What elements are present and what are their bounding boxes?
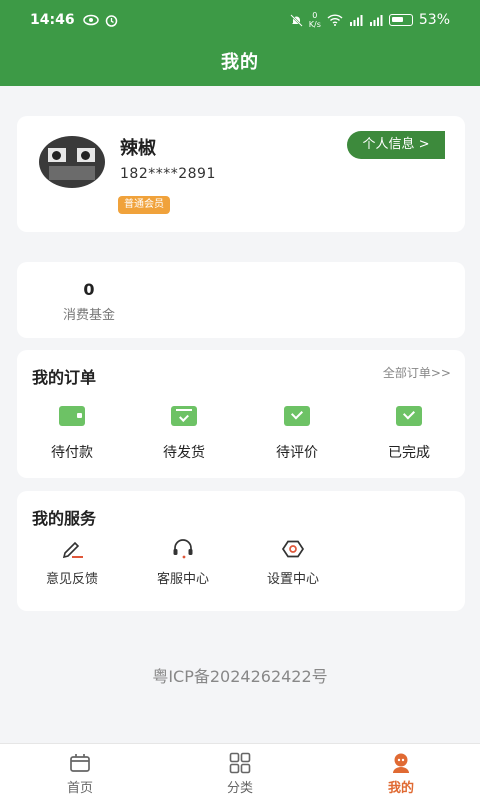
page-title: 我的 bbox=[221, 52, 259, 73]
headset-icon bbox=[173, 539, 193, 559]
home-icon bbox=[70, 754, 90, 772]
grid-icon bbox=[229, 752, 251, 774]
order-pending-review[interactable]: 待评价 bbox=[261, 406, 333, 462]
status-bar: 14:46 0 K/s 53% bbox=[0, 0, 480, 40]
tab-mine[interactable]: 我的 bbox=[366, 752, 436, 796]
tab-category[interactable]: 分类 bbox=[205, 752, 275, 796]
fund-value: 0 bbox=[83, 280, 95, 299]
personal-info-button[interactable]: 个人信息 > bbox=[347, 131, 445, 159]
battery-icon bbox=[388, 14, 413, 26]
status-time: 14:46 bbox=[30, 12, 75, 28]
review-icon bbox=[284, 406, 310, 426]
wifi-icon bbox=[327, 14, 343, 26]
profile-card: 辣椒 182****2891 普通会员 个人信息 > bbox=[17, 116, 465, 232]
package-icon bbox=[171, 406, 197, 426]
pen-icon bbox=[62, 541, 83, 559]
orders-title: 我的订单 bbox=[32, 368, 97, 387]
fund-card[interactable]: 0 消费基金 bbox=[17, 262, 465, 338]
service-settings[interactable]: 设置中心 bbox=[251, 539, 335, 587]
tab-bar: 首页 分类 我的 bbox=[0, 743, 480, 800]
eye-icon bbox=[82, 14, 99, 26]
mute-bell-icon bbox=[290, 13, 303, 27]
user-name: 辣椒 bbox=[120, 138, 156, 159]
avatar[interactable] bbox=[39, 136, 105, 188]
alarm-icon bbox=[105, 14, 117, 27]
service-feedback[interactable]: 意见反馈 bbox=[30, 539, 114, 587]
completed-icon bbox=[396, 406, 422, 426]
top-bar: 14:46 0 K/s 53% 我的 bbox=[0, 0, 480, 86]
all-orders-link[interactable]: 全部订单>> bbox=[383, 364, 451, 381]
services-title: 我的服务 bbox=[32, 509, 97, 528]
fund-label: 消费基金 bbox=[62, 308, 115, 323]
signal-icon-2 bbox=[369, 15, 383, 26]
orders-card: 我的订单 全部订单>> 待付款 待发货 待评价 已完成 bbox=[17, 350, 465, 478]
order-pending-shipment[interactable]: 待发货 bbox=[148, 406, 220, 462]
services-card: 我的服务 意见反馈 客服中心 设置中心 bbox=[17, 491, 465, 611]
tab-home[interactable]: 首页 bbox=[45, 752, 115, 796]
order-pending-payment[interactable]: 待付款 bbox=[36, 406, 108, 462]
hex-nut-icon bbox=[281, 540, 305, 558]
wallet-icon bbox=[59, 406, 85, 426]
service-customer-center[interactable]: 客服中心 bbox=[141, 539, 225, 587]
user-icon bbox=[393, 753, 409, 773]
icp-record: 粤ICP备2024262422号 bbox=[152, 667, 328, 686]
battery-percent: 53% bbox=[418, 12, 450, 28]
user-phone: 182****2891 bbox=[120, 166, 216, 182]
order-completed[interactable]: 已完成 bbox=[373, 406, 445, 462]
signal-icon bbox=[349, 15, 363, 26]
net-speed: 0 K/s bbox=[308, 11, 321, 29]
member-badge: 普通会员 bbox=[118, 196, 170, 214]
